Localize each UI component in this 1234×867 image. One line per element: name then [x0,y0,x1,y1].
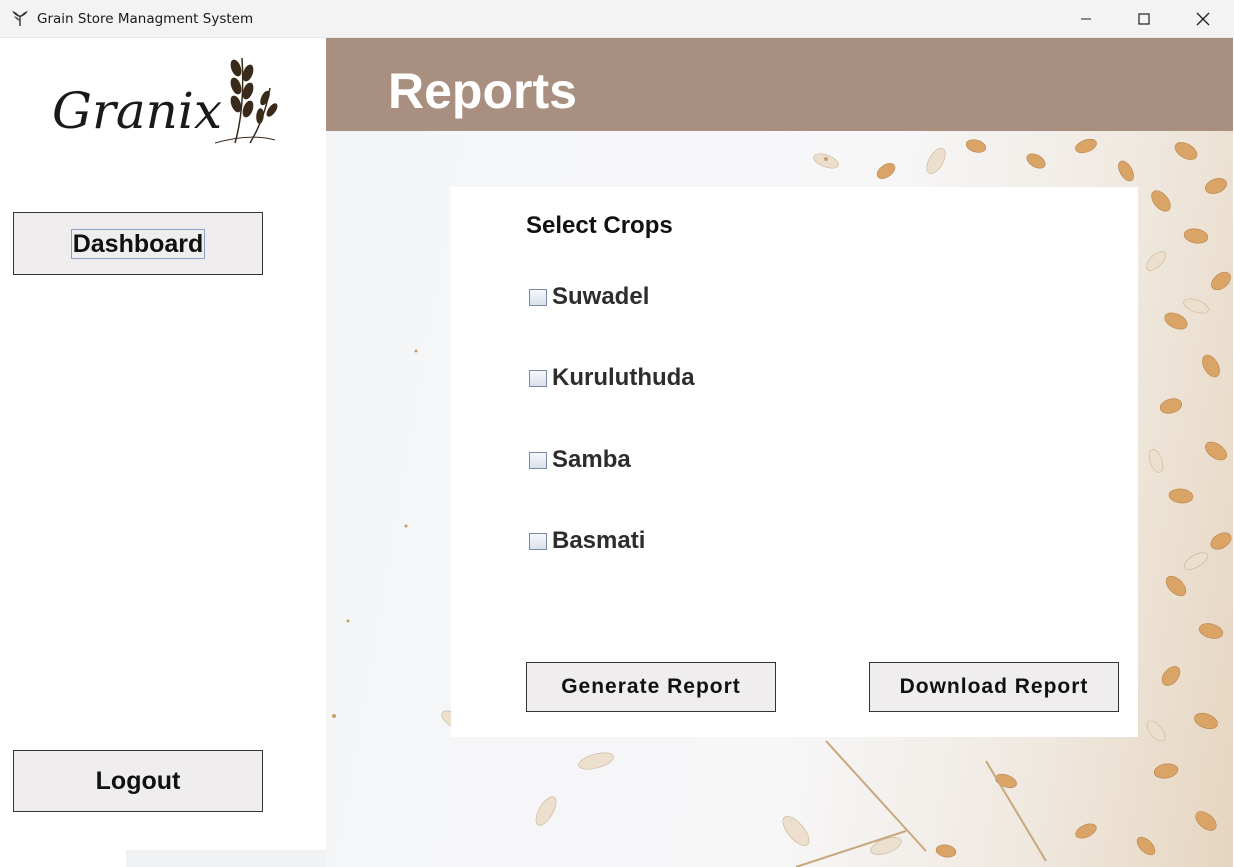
wheat-icon [12,11,28,26]
page-title: Reports [388,63,577,119]
dashboard-button[interactable]: Dashboard [13,212,263,275]
checkbox[interactable] [529,532,547,550]
checkbox[interactable] [529,288,547,306]
close-icon [1196,12,1210,26]
maximize-button[interactable] [1115,0,1173,38]
crop-label: Kuruluthuda [552,364,695,391]
checkbox[interactable] [529,369,547,387]
maximize-icon [1138,13,1150,25]
crop-checkbox-suwadel[interactable]: Suwadel [529,282,649,312]
title-bar: Grain Store Managment System [0,0,1234,38]
crop-checkbox-kuruluthuda[interactable]: Kuruluthuda [529,363,695,393]
report-panel: Select Crops Suwadel Kuruluthuda Samba B… [451,187,1138,737]
crop-label: Suwadel [552,283,650,310]
window-title: Grain Store Managment System [37,11,254,27]
minimize-button[interactable] [1057,0,1115,38]
granix-logo: Granix [52,57,278,144]
sidebar: Granix Dashboard Logout [0,38,326,850]
checkbox[interactable] [529,451,547,469]
logout-button[interactable]: Logout [13,750,263,812]
close-button[interactable] [1174,0,1232,38]
select-crops-heading: Select Crops [526,212,673,239]
svg-text:Granix: Granix [52,82,222,140]
download-report-button[interactable]: Download Report [869,662,1119,712]
crop-label: Basmati [552,527,646,554]
generate-report-button[interactable]: Generate Report [526,662,776,712]
crop-label: Samba [552,446,631,473]
crop-checkbox-samba[interactable]: Samba [529,445,631,475]
background-strip [126,850,326,867]
page-header: Reports [326,38,1233,131]
crop-checkbox-basmati[interactable]: Basmati [529,526,645,556]
minimize-icon [1081,18,1091,20]
dashboard-label: Dashboard [70,228,206,259]
